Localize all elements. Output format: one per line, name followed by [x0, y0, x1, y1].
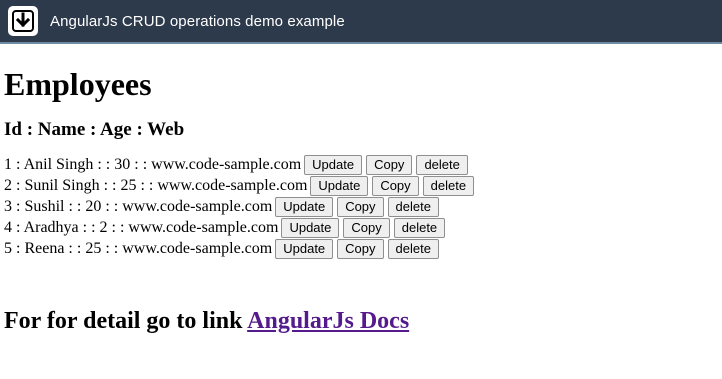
employee-text: 3 : Sushil : : 20 : : www.code-sample.co…	[4, 197, 273, 215]
employee-row: 2 : Sunil Singh : : 25 : : www.code-samp…	[4, 175, 722, 196]
delete-button[interactable]: delete	[387, 196, 439, 217]
delete-button[interactable]: delete	[422, 175, 475, 196]
copy-button[interactable]: Copy	[337, 238, 384, 259]
update-button[interactable]: Update	[275, 196, 334, 217]
main-content: Employees Id : Name : Age : Web 1 : Anil…	[0, 66, 722, 335]
download-arrow-icon[interactable]	[8, 6, 38, 36]
delete-button[interactable]: delete	[393, 217, 446, 238]
employee-text: 1 : Anil Singh : : 30 : : www.code-sampl…	[4, 155, 302, 173]
columns-header: Id : Name : Age : Web	[4, 119, 185, 140]
page-title: Employees	[4, 66, 152, 102]
docs-link[interactable]: AngularJs Docs	[247, 308, 409, 334]
employee-text: 2 : Sunil Singh : : 25 : : www.code-samp…	[4, 176, 308, 194]
update-button[interactable]: Update	[275, 238, 334, 259]
employee-row: 5 : Reena : : 25 : : www.code-sample.com…	[4, 238, 722, 259]
window-title: AngularJs CRUD operations demo example	[50, 12, 345, 30]
employee-text: 5 : Reena : : 25 : : www.code-sample.com	[4, 239, 273, 257]
copy-button[interactable]: Copy	[372, 175, 419, 196]
employee-row: 1 : Anil Singh : : 30 : : www.code-sampl…	[4, 154, 722, 175]
employee-row: 4 : Aradhya : : 2 : : www.code-sample.co…	[4, 217, 722, 238]
employee-list: 1 : Anil Singh : : 30 : : www.code-sampl…	[4, 154, 722, 259]
update-button[interactable]: Update	[304, 154, 363, 175]
update-button[interactable]: Update	[310, 175, 369, 196]
copy-button[interactable]: Copy	[366, 154, 413, 175]
footer-prefix: For for detail go to link	[4, 308, 243, 334]
update-button[interactable]: Update	[281, 217, 340, 238]
title-bar: AngularJs CRUD operations demo example	[0, 0, 722, 44]
footer-text: For for detail go to link AngularJs Docs	[4, 307, 722, 335]
employee-row: 3 : Sushil : : 20 : : www.code-sample.co…	[4, 196, 722, 217]
delete-button[interactable]: delete	[387, 238, 439, 259]
employee-text: 4 : Aradhya : : 2 : : www.code-sample.co…	[4, 218, 279, 236]
delete-button[interactable]: delete	[416, 154, 468, 175]
copy-button[interactable]: Copy	[337, 196, 384, 217]
copy-button[interactable]: Copy	[343, 217, 390, 238]
